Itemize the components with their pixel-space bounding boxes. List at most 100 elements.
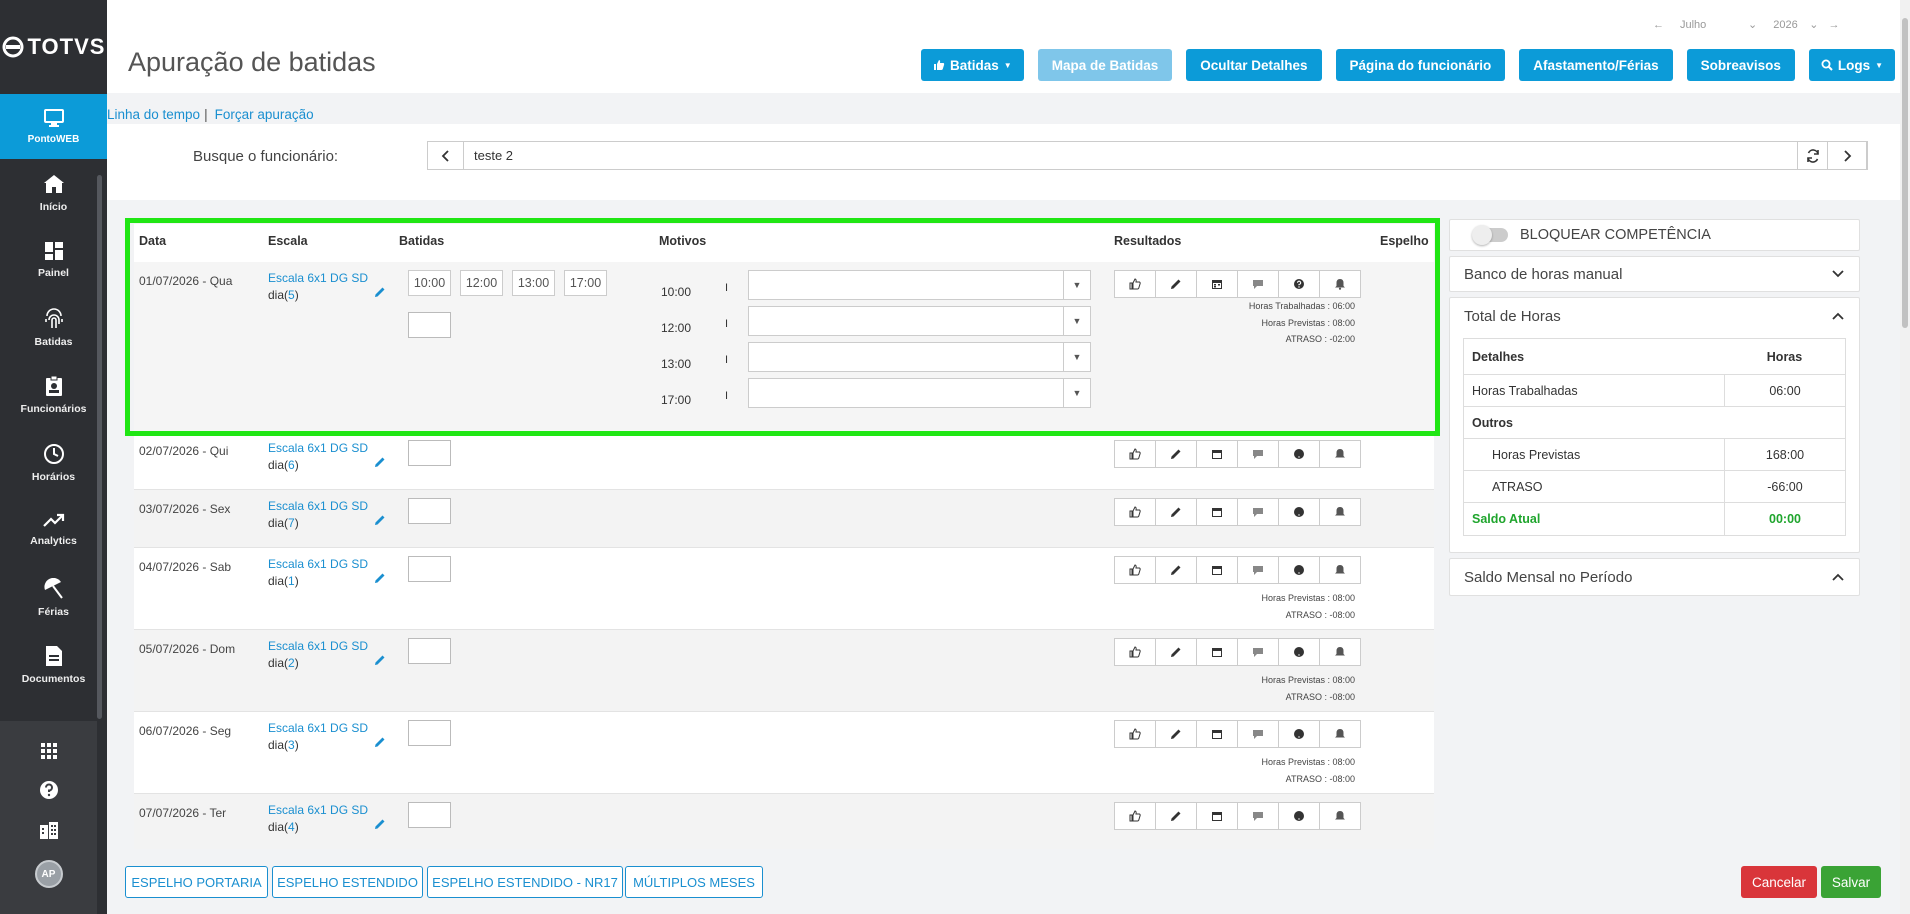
espelho-nr17-button[interactable]: ESPELHO ESTENDIDO - NR17 (427, 866, 623, 898)
dia-link[interactable]: 2 (288, 656, 295, 670)
comment-button[interactable] (1237, 498, 1279, 526)
new-batida-input[interactable] (408, 720, 451, 746)
pagina-funcionario-button[interactable]: Página do funcionário (1335, 49, 1506, 81)
comment-button[interactable] (1237, 720, 1279, 748)
dia-link[interactable]: 5 (288, 288, 295, 302)
sidebar-scrollbar[interactable] (97, 175, 102, 719)
mapa-batidas-button[interactable]: Mapa de Batidas (1037, 49, 1173, 81)
logs-dropdown-button[interactable]: Logs ▼ (1808, 49, 1896, 81)
company-icon[interactable] (39, 821, 59, 839)
scale-link[interactable]: Escala 6x1 DG SD (268, 639, 368, 653)
help-button[interactable] (1278, 556, 1320, 584)
multiplos-meses-button[interactable]: MÚLTIPLOS MESES (625, 866, 763, 898)
scale-link[interactable]: Escala 6x1 DG SD (268, 271, 368, 285)
batida-time[interactable]: 17:00 (564, 270, 607, 296)
approve-button[interactable] (1114, 720, 1156, 748)
calendar-button[interactable] (1196, 498, 1238, 526)
alert-button[interactable] (1319, 638, 1361, 666)
scale-link[interactable]: Escala 6x1 DG SD (268, 803, 368, 817)
batida-time[interactable]: 13:00 (512, 270, 555, 296)
sidebar-item-inicio[interactable]: Início (0, 159, 107, 227)
approve-button[interactable] (1114, 440, 1156, 468)
espelho-portaria-button[interactable]: ESPELHO PORTARIA (125, 866, 268, 898)
new-batida-input[interactable] (408, 556, 451, 582)
totvs-logo[interactable]: TOTVS (0, 0, 107, 94)
motivo-select[interactable]: ▼ (748, 342, 1091, 372)
pencil-icon[interactable] (374, 514, 386, 526)
calendar-button[interactable] (1196, 440, 1238, 468)
edit-button[interactable] (1155, 802, 1197, 830)
edit-button[interactable] (1155, 270, 1197, 298)
sidebar-item-ferias[interactable]: Férias (0, 564, 107, 632)
saldo-mensal-card[interactable]: Saldo Mensal no Período (1449, 558, 1860, 596)
new-batida-input[interactable] (408, 638, 451, 664)
alert-button[interactable] (1319, 556, 1361, 584)
comment-button[interactable] (1237, 638, 1279, 666)
scale-link[interactable]: Escala 6x1 DG SD (268, 499, 368, 513)
edit-button[interactable] (1155, 720, 1197, 748)
dia-link[interactable]: 4 (288, 820, 295, 834)
apps-grid-icon[interactable] (40, 743, 57, 759)
pencil-icon[interactable] (374, 572, 386, 584)
help-button[interactable] (1278, 270, 1320, 298)
help-button[interactable] (1278, 638, 1320, 666)
approve-button[interactable] (1114, 498, 1156, 526)
edit-button[interactable] (1155, 498, 1197, 526)
sidebar-item-batidas[interactable]: Batidas (0, 294, 107, 362)
calendar-button[interactable] (1196, 556, 1238, 584)
page-scrollbar[interactable] (1900, 0, 1910, 914)
calendar-button[interactable] (1196, 720, 1238, 748)
pencil-icon[interactable] (374, 654, 386, 666)
prev-arrow-icon[interactable]: ← (1653, 19, 1664, 31)
sidebar-item-funcionarios[interactable]: Funcionários (0, 362, 107, 430)
calendar-button[interactable] (1196, 270, 1238, 298)
sidebar-item-documentos[interactable]: Documentos (0, 632, 107, 700)
chevron-up-icon[interactable] (1831, 572, 1845, 582)
new-batida-input[interactable] (408, 802, 451, 828)
next-employee-button[interactable] (1827, 142, 1867, 169)
new-batida-input[interactable] (408, 312, 451, 338)
sidebar-item-painel[interactable]: Painel (0, 227, 107, 295)
approve-button[interactable] (1114, 638, 1156, 666)
year-select[interactable]: 2026 (1773, 19, 1809, 31)
pencil-icon[interactable] (374, 286, 386, 298)
chevron-down-icon[interactable]: ⌄ (1748, 18, 1757, 31)
edit-button[interactable] (1155, 440, 1197, 468)
prev-employee-button[interactable] (428, 142, 464, 169)
alert-button[interactable] (1319, 270, 1361, 298)
comment-button[interactable] (1237, 440, 1279, 468)
chevron-down-icon[interactable]: ⌄ (1809, 18, 1818, 31)
chevron-down-icon[interactable] (1831, 269, 1845, 279)
forcar-apuracao-link[interactable]: Forçar apuração (215, 107, 314, 122)
alert-button[interactable] (1319, 720, 1361, 748)
calendar-button[interactable] (1196, 802, 1238, 830)
approve-button[interactable] (1114, 270, 1156, 298)
comment-button[interactable] (1237, 802, 1279, 830)
new-batida-input[interactable] (408, 440, 451, 466)
batida-time[interactable]: 12:00 (460, 270, 503, 296)
comment-button[interactable] (1237, 556, 1279, 584)
sidebar-item-analytics[interactable]: Analytics (0, 497, 107, 565)
alert-button[interactable] (1319, 802, 1361, 830)
month-select[interactable]: Julho (1680, 19, 1748, 31)
pencil-icon[interactable] (374, 818, 386, 830)
dia-link[interactable]: 7 (288, 516, 295, 530)
dia-link[interactable]: 1 (288, 574, 295, 588)
refresh-button[interactable] (1797, 142, 1827, 169)
employee-search-input[interactable]: teste 2 (464, 142, 1797, 169)
chevron-up-icon[interactable] (1831, 311, 1845, 321)
motivo-select[interactable]: ▼ (748, 270, 1091, 300)
approve-button[interactable] (1114, 556, 1156, 584)
help-icon[interactable] (39, 780, 59, 800)
edit-button[interactable] (1155, 638, 1197, 666)
new-batida-input[interactable] (408, 498, 451, 524)
cancel-button[interactable]: Cancelar (1741, 866, 1817, 898)
dia-link[interactable]: 6 (288, 458, 295, 472)
espelho-estendido-button[interactable]: ESPELHO ESTENDIDO (272, 866, 423, 898)
help-button[interactable] (1278, 802, 1320, 830)
edit-button[interactable] (1155, 556, 1197, 584)
scale-link[interactable]: Escala 6x1 DG SD (268, 721, 368, 735)
alert-button[interactable] (1319, 440, 1361, 468)
batidas-dropdown-button[interactable]: Batidas ▼ (921, 49, 1024, 81)
alert-button[interactable] (1319, 498, 1361, 526)
